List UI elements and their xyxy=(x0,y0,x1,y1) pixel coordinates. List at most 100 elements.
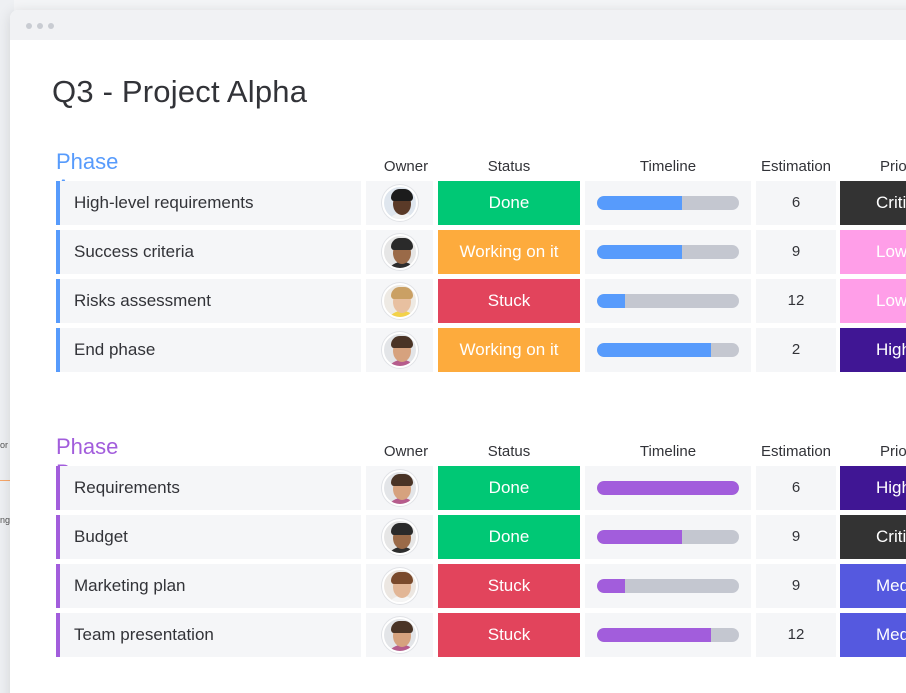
status-cell[interactable]: Stuck xyxy=(438,279,580,323)
estimation-cell[interactable]: 9 xyxy=(756,230,836,274)
group-color-bar xyxy=(56,613,60,657)
item-name-cell[interactable]: Marketing plan xyxy=(56,564,361,608)
priority-cell[interactable]: Medium xyxy=(840,564,906,608)
owner-avatar[interactable] xyxy=(381,234,418,270)
item-name-cell[interactable]: Risks assessment xyxy=(56,279,361,323)
item-name-cell[interactable]: Budget xyxy=(56,515,361,559)
status-cell[interactable]: Working on it xyxy=(438,328,580,372)
window-dot xyxy=(26,23,32,29)
owner-cell[interactable] xyxy=(366,328,433,372)
item-name: Budget xyxy=(74,527,128,546)
timeline-cell[interactable] xyxy=(585,230,751,274)
status-cell[interactable]: Done xyxy=(438,466,580,510)
priority-cell[interactable]: Medium xyxy=(840,613,906,657)
priority-label: Medium xyxy=(876,576,906,595)
item-name-cell[interactable]: Success criteria xyxy=(56,230,361,274)
owner-cell[interactable] xyxy=(366,515,433,559)
status-cell[interactable]: Stuck xyxy=(438,613,580,657)
column-header-timeline[interactable]: Timeline xyxy=(585,158,751,175)
timeline-progress xyxy=(597,530,683,544)
owner-cell[interactable] xyxy=(366,564,433,608)
timeline-progress xyxy=(597,245,683,259)
status-label: Stuck xyxy=(487,291,531,310)
window-controls xyxy=(26,23,54,29)
owner-avatar[interactable] xyxy=(381,283,418,319)
group-color-bar xyxy=(56,466,60,510)
priority-cell[interactable]: High xyxy=(840,328,906,372)
estimation-cell[interactable]: 9 xyxy=(756,515,836,559)
column-header-estimation[interactable]: Estimation xyxy=(756,443,836,460)
status-cell[interactable]: Stuck xyxy=(438,564,580,608)
status-cell[interactable]: Done xyxy=(438,181,580,225)
owner-avatar[interactable] xyxy=(381,332,418,368)
group-color-bar xyxy=(56,181,60,225)
estimation-cell[interactable]: 6 xyxy=(756,466,836,510)
owner-avatar[interactable] xyxy=(381,470,418,506)
item-name: Success criteria xyxy=(74,242,194,261)
item-name-cell[interactable]: End phase xyxy=(56,328,361,372)
status-cell[interactable]: Working on it xyxy=(438,230,580,274)
timeline-cell[interactable] xyxy=(585,328,751,372)
board-title: Q3 - Project Alpha xyxy=(52,74,308,109)
column-header-status[interactable]: Status xyxy=(438,443,580,460)
timeline-progress xyxy=(597,196,683,210)
owner-avatar[interactable] xyxy=(381,519,418,555)
timeline-cell[interactable] xyxy=(585,279,751,323)
estimation-value: 12 xyxy=(787,626,805,643)
column-header-owner[interactable]: Owner xyxy=(366,158,446,175)
owner-cell[interactable] xyxy=(366,466,433,510)
timeline-cell[interactable] xyxy=(585,613,751,657)
timeline-bar xyxy=(597,245,739,259)
status-label: Working on it xyxy=(459,242,559,261)
timeline-cell[interactable] xyxy=(585,466,751,510)
status-cell[interactable]: Done xyxy=(438,515,580,559)
estimation-value: 9 xyxy=(791,577,801,594)
estimation-cell[interactable]: 6 xyxy=(756,181,836,225)
owner-cell[interactable] xyxy=(366,230,433,274)
priority-cell[interactable]: Critical xyxy=(840,515,906,559)
priority-cell[interactable]: Critical xyxy=(840,181,906,225)
priority-cell[interactable]: Low xyxy=(840,279,906,323)
timeline-bar xyxy=(597,196,739,210)
owner-cell[interactable] xyxy=(366,181,433,225)
estimation-value: 9 xyxy=(791,243,801,260)
priority-label: High xyxy=(876,478,906,497)
owner-avatar[interactable] xyxy=(381,568,418,604)
timeline-cell[interactable] xyxy=(585,181,751,225)
estimation-cell[interactable]: 12 xyxy=(756,279,836,323)
column-header-priority[interactable]: Prio xyxy=(840,158,906,175)
column-header-timeline[interactable]: Timeline xyxy=(585,443,751,460)
item-name-cell[interactable]: High-level requirements xyxy=(56,181,361,225)
background-text-fragment: ng xyxy=(0,515,11,525)
owner-cell[interactable] xyxy=(366,613,433,657)
owner-cell[interactable] xyxy=(366,279,433,323)
window-dot xyxy=(37,23,43,29)
timeline-cell[interactable] xyxy=(585,564,751,608)
timeline-bar xyxy=(597,530,739,544)
timeline-bar xyxy=(597,343,739,357)
timeline-progress xyxy=(597,579,626,593)
estimation-cell[interactable]: 12 xyxy=(756,613,836,657)
priority-cell[interactable]: Low xyxy=(840,230,906,274)
column-header-priority[interactable]: Prio xyxy=(840,443,906,460)
status-label: Done xyxy=(488,478,530,497)
item-name: End phase xyxy=(74,340,156,359)
estimation-cell[interactable]: 9 xyxy=(756,564,836,608)
owner-avatar[interactable] xyxy=(381,617,418,653)
priority-cell[interactable]: High xyxy=(840,466,906,510)
column-header-status[interactable]: Status xyxy=(438,158,580,175)
item-name: Requirements xyxy=(74,478,180,497)
timeline-progress xyxy=(597,343,711,357)
item-name: Risks assessment xyxy=(74,291,211,310)
column-header-estimation[interactable]: Estimation xyxy=(756,158,836,175)
priority-label: Critical xyxy=(876,193,906,212)
timeline-cell[interactable] xyxy=(585,515,751,559)
status-label: Stuck xyxy=(487,576,531,595)
owner-avatar[interactable] xyxy=(381,185,418,221)
column-header-owner[interactable]: Owner xyxy=(366,443,446,460)
estimation-cell[interactable]: 2 xyxy=(756,328,836,372)
item-name-cell[interactable]: Team presentation xyxy=(56,613,361,657)
window-dot xyxy=(48,23,54,29)
item-name-cell[interactable]: Requirements xyxy=(56,466,361,510)
timeline-progress xyxy=(597,481,739,495)
